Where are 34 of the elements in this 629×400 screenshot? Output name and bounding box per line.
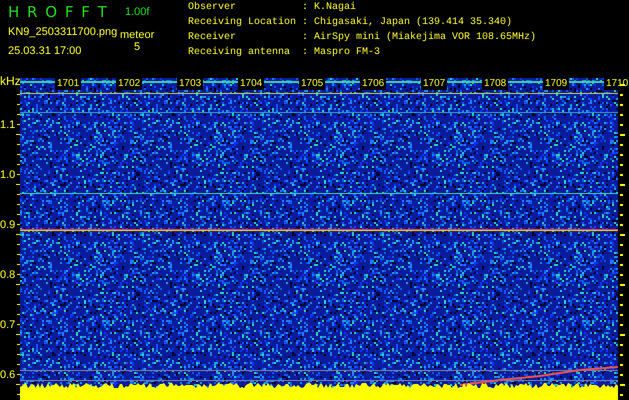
version-label: 1.00f <box>124 6 150 18</box>
frequency-label: 0.7 <box>0 319 16 331</box>
app-title: H R O F F T <box>8 3 108 21</box>
time-label: 1702 <box>116 77 142 90</box>
colon: : <box>302 2 310 15</box>
time-label: 1703 <box>177 77 204 90</box>
frequency-label: 0.9 <box>0 219 16 231</box>
time-label: 1708 <box>482 77 508 90</box>
time-label: 1701 <box>55 77 82 90</box>
info-label: Receiver <box>188 32 238 45</box>
meteor-count: 5 <box>133 41 142 53</box>
colon: : <box>302 32 310 45</box>
info-value: Maspro FM-3 <box>314 47 382 60</box>
count-label: meteor <box>120 29 156 41</box>
time-label: 1705 <box>299 77 326 90</box>
info-label: Receiving Location <box>188 17 298 30</box>
info-value: AirSpy mini (Miakejima VOR 108.65MHz) <box>314 32 536 45</box>
time-label: 1707 <box>421 77 448 90</box>
colon: : <box>302 47 310 60</box>
file-name: KN9_2503311700.png <box>8 26 118 38</box>
time-label: 1709 <box>543 77 570 90</box>
info-value: Chigasaki, Japan (139.414 35.340) <box>314 17 514 30</box>
frequency-label: 1.0 <box>0 169 16 181</box>
colon: : <box>302 17 310 30</box>
frequency-label: 0.6 <box>0 369 16 381</box>
info-value: K.Nagai <box>314 2 358 15</box>
time-label: 1706 <box>360 77 386 90</box>
timestamp: 25.03.31 17:00 <box>8 44 82 56</box>
unit-label: kHz <box>0 74 21 88</box>
frequency-label: 1.1 <box>0 119 16 131</box>
info-label: Receiving antenna <box>188 47 292 60</box>
info-label: Observer <box>188 2 238 15</box>
frequency-label: 0.8 <box>0 269 16 281</box>
time-label: 1704 <box>238 77 264 90</box>
